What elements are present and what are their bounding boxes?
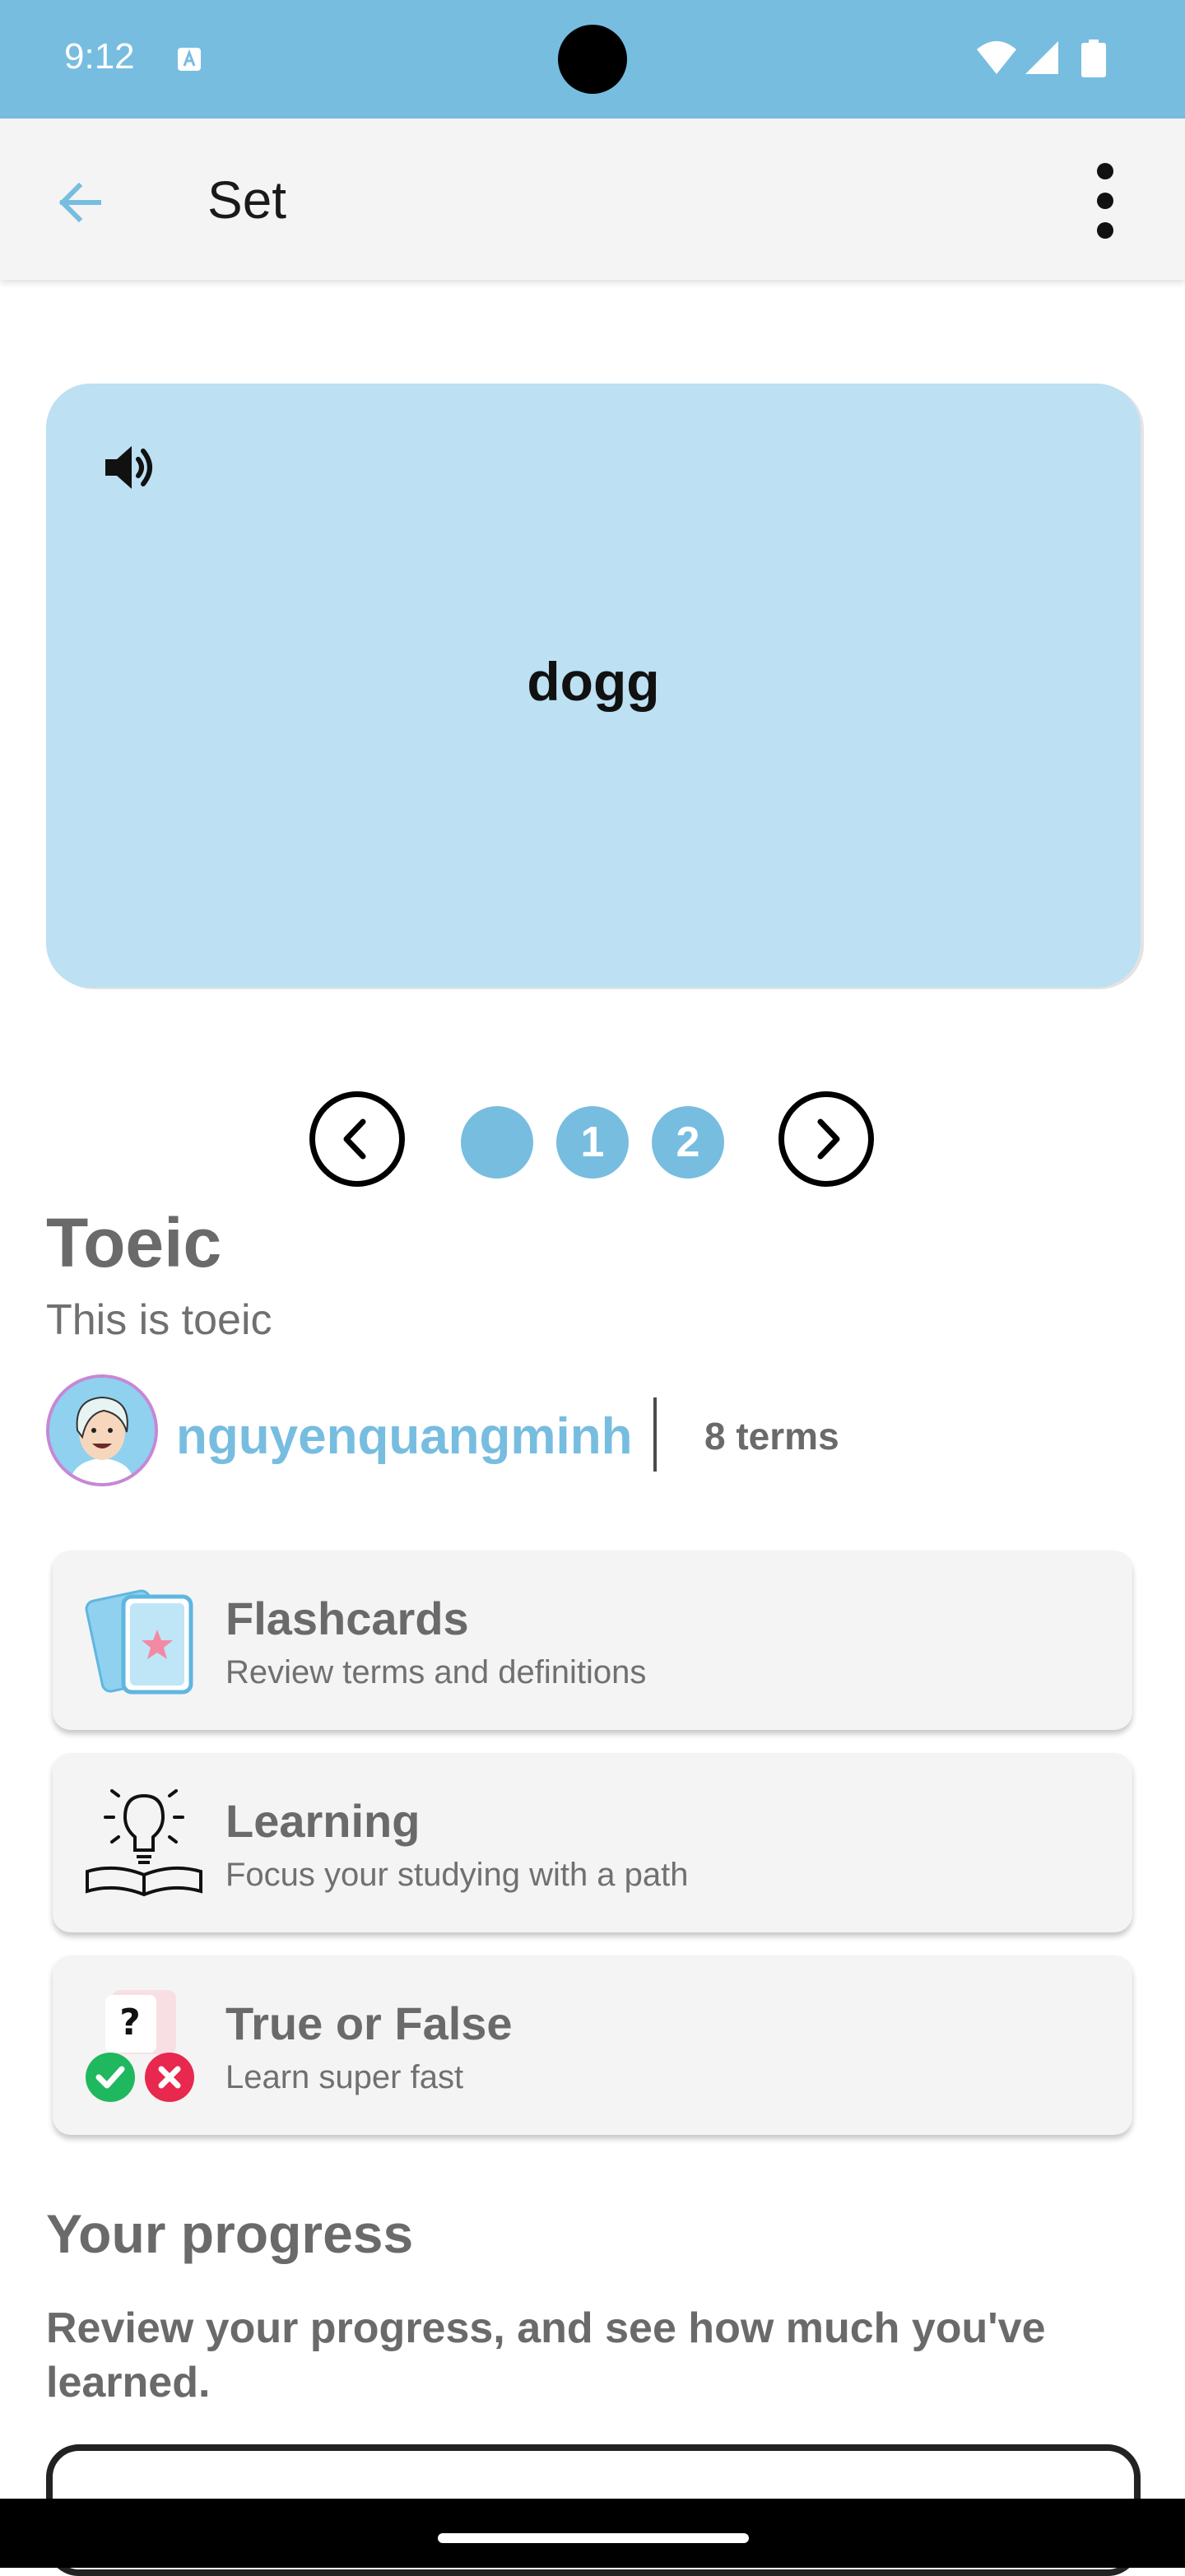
- progress-title: Your progress: [46, 2203, 414, 2264]
- card-pager: 1 2: [0, 1091, 1185, 1193]
- mode-title: True or False: [225, 1997, 513, 2049]
- next-card-button[interactable]: [778, 1091, 874, 1187]
- navigation-bar: [0, 2499, 1185, 2568]
- user-avatar-icon: [49, 1378, 155, 1483]
- flashcard[interactable]: dogg: [46, 384, 1141, 988]
- true-false-mode-card[interactable]: ? True or False Learn super fast: [53, 1955, 1132, 2135]
- status-time: 9:12: [64, 36, 135, 77]
- flashcard-term: dogg: [527, 651, 660, 712]
- camera-cutout: [558, 25, 627, 94]
- learning-mode-card[interactable]: Learning Focus your studying with a path: [53, 1753, 1132, 1932]
- page-indicator[interactable]: 2: [652, 1106, 724, 1179]
- mode-title: Flashcards: [225, 1593, 469, 1644]
- author-name[interactable]: nguyenquangminh: [176, 1407, 633, 1466]
- mode-subtitle: Learn super fast: [225, 2059, 464, 2095]
- page-indicator-current[interactable]: [461, 1106, 533, 1179]
- status-bar: 9:12: [0, 0, 1185, 119]
- flashcards-icon: [85, 1589, 193, 1695]
- mode-title: Learning: [225, 1795, 421, 1847]
- previous-card-button[interactable]: [309, 1091, 405, 1187]
- flashcards-mode-card[interactable]: Flashcards Review terms and definitions: [53, 1551, 1132, 1730]
- wifi-icon: [977, 41, 1016, 74]
- chevron-left-icon: [343, 1118, 366, 1160]
- mode-subtitle: Review terms and definitions: [225, 1654, 647, 1690]
- set-title: Toeic: [46, 1204, 222, 1281]
- home-handle[interactable]: [438, 2533, 749, 2543]
- battery-icon: [1081, 40, 1106, 77]
- divider: [653, 1397, 657, 1472]
- app-title: Set: [207, 170, 287, 230]
- back-button[interactable]: [48, 170, 114, 235]
- mode-subtitle: Focus your studying with a path: [225, 1857, 689, 1893]
- term-count: 8 terms: [704, 1415, 839, 1458]
- signal-icon: [1025, 41, 1058, 74]
- avatar[interactable]: [46, 1374, 158, 1486]
- chevron-right-icon: [817, 1118, 840, 1160]
- set-description: This is toeic: [46, 1296, 272, 1344]
- more-options-button[interactable]: [1086, 160, 1124, 242]
- lightbulb-book-icon: [86, 1789, 202, 1897]
- app-bar: Set: [0, 119, 1185, 280]
- speaker-icon[interactable]: [97, 435, 163, 500]
- page-indicator[interactable]: 1: [556, 1106, 629, 1179]
- progress-description: Review your progress, and see how much y…: [46, 2304, 1046, 2406]
- accessibility-notification-icon: [178, 48, 201, 71]
- true-false-icon: ?: [86, 1990, 194, 2102]
- svg-text:?: ?: [119, 2002, 141, 2044]
